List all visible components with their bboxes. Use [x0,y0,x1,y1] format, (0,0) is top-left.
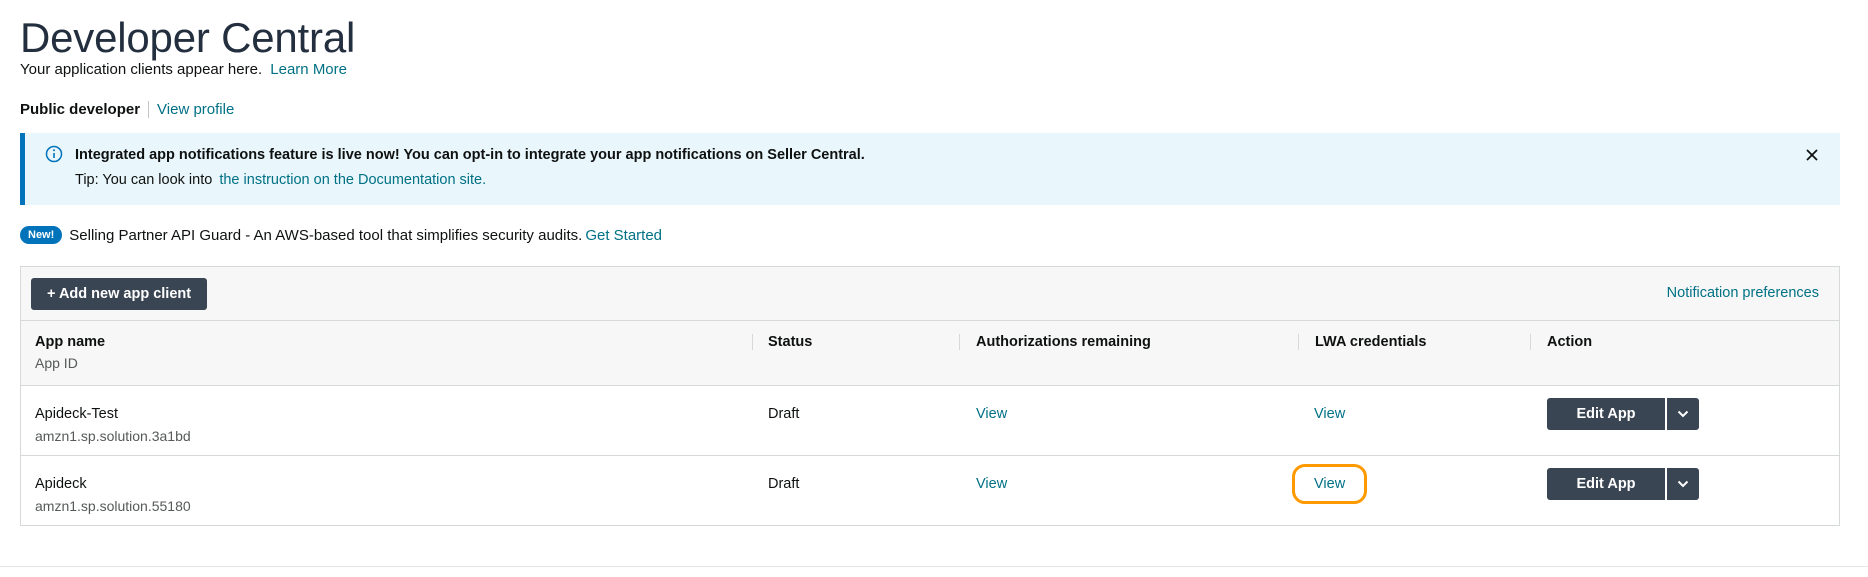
app-name: Apideck-Test [35,406,119,422]
notification-alert: Integrated app notifications feature is … [20,133,1840,205]
authorizations-view-link[interactable]: View [976,476,1007,492]
col-action: Action [1547,334,1593,350]
developer-type-label: Public developer [20,101,141,118]
info-icon [45,145,63,163]
announcement-text: Selling Partner API Guard - An AWS-based… [69,226,583,244]
column-divider [752,334,753,350]
documentation-link[interactable]: the instruction on the Documentation sit… [219,172,486,188]
col-lwa-credentials: LWA credentials [1315,334,1427,350]
learn-more-link[interactable]: Learn More [270,61,347,78]
divider [148,101,150,118]
alert-title: Integrated app notifications feature is … [75,147,865,163]
add-app-client-button[interactable]: + Add new app client [31,278,208,310]
footer-divider [0,566,1868,567]
app-clients-panel: + Add new app client Notification prefer… [20,266,1840,526]
edit-app-button[interactable]: Edit App [1547,468,1665,500]
col-app-id: App ID [35,355,78,371]
col-status: Status [768,334,813,350]
view-profile-link[interactable]: View profile [157,101,234,118]
page-subtitle: Your application clients appear here. Le… [20,61,347,78]
app-status: Draft [768,476,800,492]
get-started-link[interactable]: Get Started [585,227,662,244]
authorizations-view-link[interactable]: View [976,406,1007,422]
subtitle-text: Your application clients appear here. [20,61,263,78]
table-row: Apideck-Test amzn1.sp.solution.3a1bd Dra… [21,386,1839,456]
edit-app-split-button: Edit App [1547,468,1699,500]
edit-app-dropdown-button[interactable] [1667,468,1699,500]
close-icon[interactable] [1802,145,1822,165]
app-status: Draft [768,406,800,422]
column-divider [959,334,960,350]
column-divider [1530,334,1531,350]
app-id: amzn1.sp.solution.55180 [35,498,191,514]
edit-app-button[interactable]: Edit App [1547,398,1665,430]
panel-toolbar: + Add new app client Notification prefer… [21,267,1839,321]
announcement: New! Selling Partner API Guard - An AWS-… [20,226,662,244]
col-authorizations: Authorizations remaining [976,334,1151,350]
page-title: Developer Central [20,14,356,61]
alert-tip-text: Tip: You can look into [75,172,213,188]
app-id: amzn1.sp.solution.3a1bd [35,428,191,444]
notification-preferences-link[interactable]: Notification preferences [1667,285,1819,301]
col-app-name: App name [35,334,106,350]
edit-app-split-button: Edit App [1547,398,1699,430]
table-header: App name App ID Status Authorizations re… [21,321,1839,386]
lwa-view-link[interactable]: View [1314,406,1345,422]
chevron-down-icon [1677,480,1689,488]
chevron-down-icon [1677,410,1689,418]
table-row: Apideck amzn1.sp.solution.55180 Draft Vi… [21,456,1839,526]
app-name: Apideck [35,476,87,492]
new-badge: New! [20,226,63,244]
lwa-view-link-highlighted[interactable]: View [1291,464,1368,504]
developer-info: Public developer View profile [20,101,234,118]
edit-app-dropdown-button[interactable] [1667,398,1699,430]
column-divider [1298,334,1299,350]
alert-tip: Tip: You can look into the instruction o… [75,172,486,188]
